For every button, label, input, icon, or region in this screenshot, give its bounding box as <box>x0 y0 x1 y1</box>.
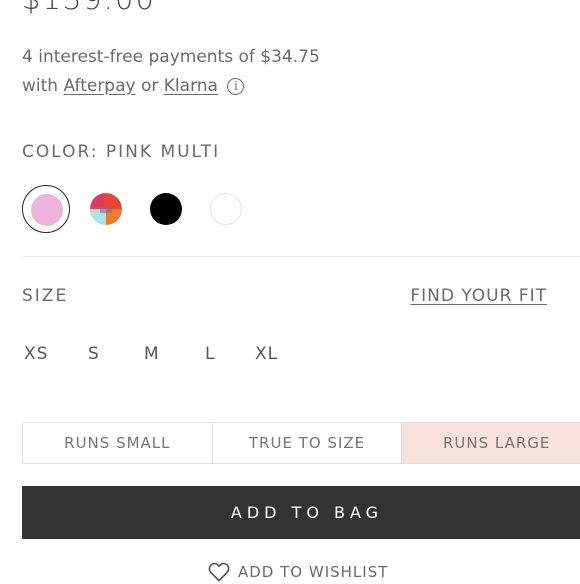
size-m[interactable]: M <box>144 344 160 364</box>
swatch-multicolor[interactable] <box>82 185 130 233</box>
swatch-black-dot <box>150 193 182 225</box>
swatch-white-dot <box>210 193 242 225</box>
add-to-bag-button[interactable]: ADD TO BAG <box>22 486 580 539</box>
info-icon[interactable]: i <box>227 78 245 95</box>
installment-info: 4 interest-free payments of $34.75 with … <box>22 43 320 101</box>
fit-true-to-size: TRUE TO SIZE <box>211 423 402 463</box>
or-text: or <box>140 76 159 96</box>
color-swatches <box>22 185 282 235</box>
swatch-pink-dot <box>31 194 63 226</box>
size-label: SIZE <box>22 286 69 306</box>
add-to-wishlist-button[interactable]: ADD TO WISHLIST <box>208 560 388 584</box>
wishlist-label: ADD TO WISHLIST <box>238 563 389 581</box>
find-your-fit-link[interactable]: FIND YOUR FIT <box>410 286 547 306</box>
color-label: COLOR: PINK MULTI <box>22 142 221 162</box>
installment-line: 4 interest-free payments of $34.75 <box>22 47 320 67</box>
swatch-white[interactable] <box>202 185 250 233</box>
size-l[interactable]: L <box>205 344 215 364</box>
divider <box>22 256 580 257</box>
with-text: with <box>22 76 59 96</box>
klarna-link[interactable]: Klarna <box>164 76 218 96</box>
fit-runs-small: RUNS SMALL <box>64 434 171 452</box>
product-price: $139.00 <box>22 0 156 16</box>
installment-providers: with Afterpay or Klarna i <box>22 72 320 101</box>
size-s[interactable]: S <box>88 344 100 364</box>
fit-scale: RUNS SMALL TRUE TO SIZE RUNS LARGE <box>22 422 580 464</box>
size-xl[interactable]: XL <box>255 344 278 364</box>
heart-outline-icon <box>208 562 230 582</box>
swatch-black[interactable] <box>142 185 190 233</box>
swatch-multicolor-dot <box>90 193 122 225</box>
swatch-pink-multi[interactable] <box>22 185 70 233</box>
size-xs[interactable]: XS <box>24 344 48 364</box>
fit-runs-large: RUNS LARGE <box>401 423 580 463</box>
afterpay-link[interactable]: Afterpay <box>63 76 135 96</box>
